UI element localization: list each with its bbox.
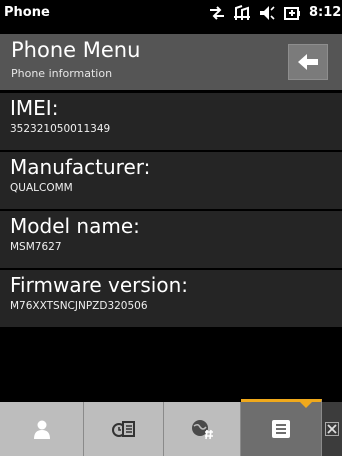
sync-icon — [210, 6, 224, 20]
close-icon — [325, 422, 339, 436]
info-value: QUALCOMM — [10, 182, 73, 194]
page-subtitle: Phone information — [11, 67, 113, 80]
info-label: IMEI: — [10, 96, 59, 120]
person-icon — [33, 420, 50, 439]
info-value: 352321050011349 — [10, 123, 111, 135]
info-row-firmware-version: Firmware version: M76XXTSNCJNPZD320506 — [0, 268, 342, 327]
page-title: Phone Menu — [11, 38, 141, 62]
clock: 8:12 — [309, 5, 342, 20]
volume-icon — [260, 6, 275, 20]
menu-list-icon — [272, 420, 290, 438]
arrow-left-icon — [298, 54, 318, 70]
info-row-manufacturer: Manufacturer: QUALCOMM — [0, 150, 342, 209]
back-button[interactable] — [288, 44, 328, 80]
info-row-model-name: Model name: MSM7627 — [0, 209, 342, 268]
page-header: Phone Menu Phone information — [0, 34, 342, 90]
signal-icon — [234, 5, 250, 20]
globe-settings-icon — [192, 420, 213, 440]
active-tab-indicator — [299, 401, 313, 408]
app-title: Phone — [4, 5, 50, 20]
info-label: Manufacturer: — [10, 155, 151, 179]
battery-icon — [284, 7, 300, 20]
info-list: IMEI: 352321050011349 Manufacturer: QUAL… — [0, 91, 342, 327]
tab-menu[interactable] — [241, 399, 322, 456]
tab-call-log[interactable] — [84, 402, 164, 456]
status-icons — [208, 3, 308, 23]
close-button[interactable] — [322, 402, 342, 456]
phone-list-icon — [111, 421, 135, 437]
status-bar: Phone 8:12 — [0, 0, 342, 26]
info-label: Firmware version: — [10, 273, 189, 297]
info-label: Model name: — [10, 214, 140, 238]
info-row-imei: IMEI: 352321050011349 — [0, 91, 342, 150]
info-value: MSM7627 — [10, 241, 62, 253]
tab-contacts[interactable] — [0, 402, 84, 456]
tab-network-settings[interactable] — [164, 402, 241, 456]
info-value: M76XXTSNCJNPZD320506 — [10, 300, 148, 312]
bottom-tab-bar — [0, 396, 342, 456]
